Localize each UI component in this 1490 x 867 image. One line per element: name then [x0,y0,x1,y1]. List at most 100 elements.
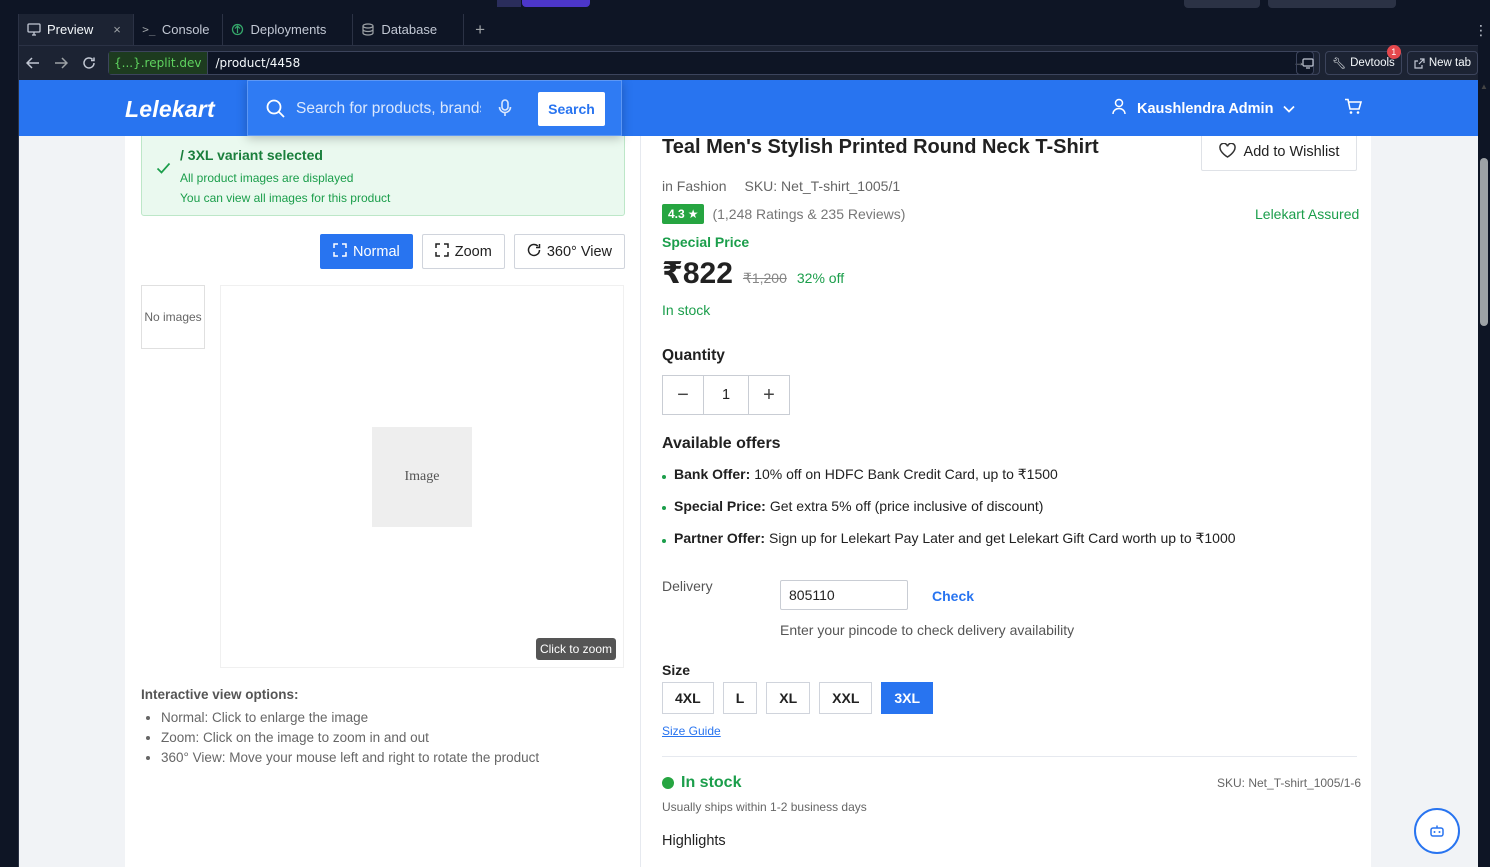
offer-type: Partner Offer: [674,530,766,546]
discount: 32% off [796,270,845,286]
quantity-value[interactable]: 1 [703,376,749,414]
new-tab-label: New tab [1428,57,1471,69]
size-label: Size [662,662,691,678]
tab-label: Preview [47,22,94,37]
rating-value: 4.3 [668,207,685,221]
microphone-icon[interactable] [498,99,512,122]
variant-notice: / 3XL variant selected All product image… [141,130,625,216]
page-scrollbar-thumb[interactable] [1480,158,1488,326]
thumbnail-placeholder[interactable]: No images [141,285,205,349]
view-mode-label: Normal [353,243,400,260]
monitor-icon [27,23,41,37]
workspace-indicator [497,0,521,7]
category[interactable]: in Fashion [662,178,727,194]
size-option-selected[interactable]: 3XL [881,682,934,714]
plus-icon[interactable]: + [749,376,789,414]
size-option[interactable]: 4XL [662,682,714,714]
main-product-image[interactable]: Image Click to zoom [220,285,624,668]
rating-count[interactable]: (1,248 Ratings & 235 Reviews) [712,206,905,222]
product-meta: in Fashion SKU: Net_T-shirt_1005/1 [662,178,914,194]
wrench-icon: 🔧︎ [1332,57,1347,70]
pincode-input[interactable]: 805110 [780,580,908,610]
devtools-label: Devtools [1350,57,1395,69]
sku: SKU: Net_T-shirt_1005/1 [744,178,901,194]
ide-top-control[interactable] [1268,0,1396,8]
preview-page: Lelekart Search Kaushlendra Admin [19,80,1478,867]
view-mode-buttons: Normal Zoom 360° View [320,234,625,269]
user-menu[interactable]: Kaushlendra Admin [1111,98,1296,119]
original-price: ₹1,200 [742,270,787,286]
user-name: Kaushlendra Admin [1137,100,1274,117]
cart-icon[interactable] [1344,98,1363,120]
rating-badge: 4.3 ★ [662,204,705,224]
robot-icon [1430,825,1444,837]
list-item: Normal: Click to enlarge the image [161,710,539,725]
column-divider [640,136,641,867]
search-input[interactable] [296,97,481,121]
new-tab-button[interactable]: New tab [1406,51,1478,75]
search-bar: Search [247,80,622,136]
pincode-hint: Enter your pincode to check delivery ava… [780,622,1075,638]
more-vertical-icon[interactable]: ⋮ [1474,22,1488,39]
size-guide-link[interactable]: Size Guide [662,724,721,738]
ide-top-control[interactable] [1184,0,1260,8]
offer-item: Partner Offer: Sign up for Lelekart Pay L… [662,530,1236,547]
section-divider [662,756,1357,757]
close-icon[interactable]: × [113,22,121,37]
tab-preview[interactable]: Preview × [19,14,134,45]
url-input[interactable]: {...}.replit.dev /product/4458 → [108,51,1314,75]
site-logo[interactable]: Lelekart [125,96,215,123]
minus-icon[interactable]: − [663,376,703,414]
forward-arrow-icon[interactable] [47,49,75,77]
view-mode-label: 360° View [546,243,612,260]
expand-icon [333,242,347,261]
delivery-label: Delivery [662,578,713,594]
devtools-badge: 1 [1386,45,1401,59]
offer-type: Special Price: [674,498,766,514]
view-zoom-button[interactable]: Zoom [421,234,505,269]
rocket-icon [231,23,245,37]
variant-sku: SKU: Net_T-shirt_1005/1-6 [1217,776,1362,790]
tab-database[interactable]: Database [353,14,465,45]
add-to-wishlist-button[interactable]: Add to Wishlist [1201,133,1357,171]
price: ₹822 [662,257,733,290]
device-preview-button[interactable] [1296,51,1321,75]
product-content: / 3XL variant selected All product image… [125,130,1371,867]
offers-title: Available offers [662,435,781,452]
screen-icon [1302,57,1314,69]
star-icon: ★ [687,207,699,221]
search-button[interactable]: Search [538,92,605,126]
reload-icon[interactable] [75,49,103,77]
new-tab-plus-icon[interactable]: + [464,14,496,45]
run-indicator[interactable] [522,0,590,7]
search-icon [266,99,285,123]
check-pincode-button[interactable]: Check [932,588,974,604]
interactive-options-list: Normal: Click to enlarge the image Zoom:… [161,710,539,770]
highlights-title: Highlights [662,833,726,849]
view-360-button[interactable]: 360° View [513,234,625,269]
size-option[interactable]: XL [766,682,811,714]
check-icon [156,161,171,179]
offer-text: Get extra 5% off (price inclusive of dis… [769,498,1044,514]
size-option[interactable]: L [722,682,758,714]
assured-badge: Lelekart Assured [1255,206,1360,222]
tab-deployments[interactable]: Deployments [223,14,354,45]
offer-item: Bank Offer: 10% off on HDFC Bank Credit C… [662,466,1058,483]
back-arrow-icon[interactable] [19,49,47,77]
image-placeholder: Image [372,427,472,527]
size-option[interactable]: XXL [819,682,873,714]
availability-text: In stock [681,774,742,791]
devtools-button[interactable]: 🔧︎ Devtools 1 [1325,45,1402,75]
tab-console[interactable]: >_ Console [134,14,223,45]
rating-row: 4.3 ★ (1,248 Ratings & 235 Reviews) [662,204,905,224]
scroll-up-arrow-icon[interactable]: ▲ [1480,82,1488,91]
list-item: 360° View: Move your mouse left and righ… [161,750,539,765]
variant-line: All product images are displayed [180,171,354,185]
expand-icon [434,242,449,261]
bullet-icon [662,474,666,479]
ide-left-rail [0,14,19,867]
site-header: Lelekart Search Kaushlendra Admin [19,80,1478,136]
chatbot-button[interactable] [1414,808,1460,854]
offer-type: Bank Offer: [674,466,751,482]
view-normal-button[interactable]: Normal [320,234,413,269]
